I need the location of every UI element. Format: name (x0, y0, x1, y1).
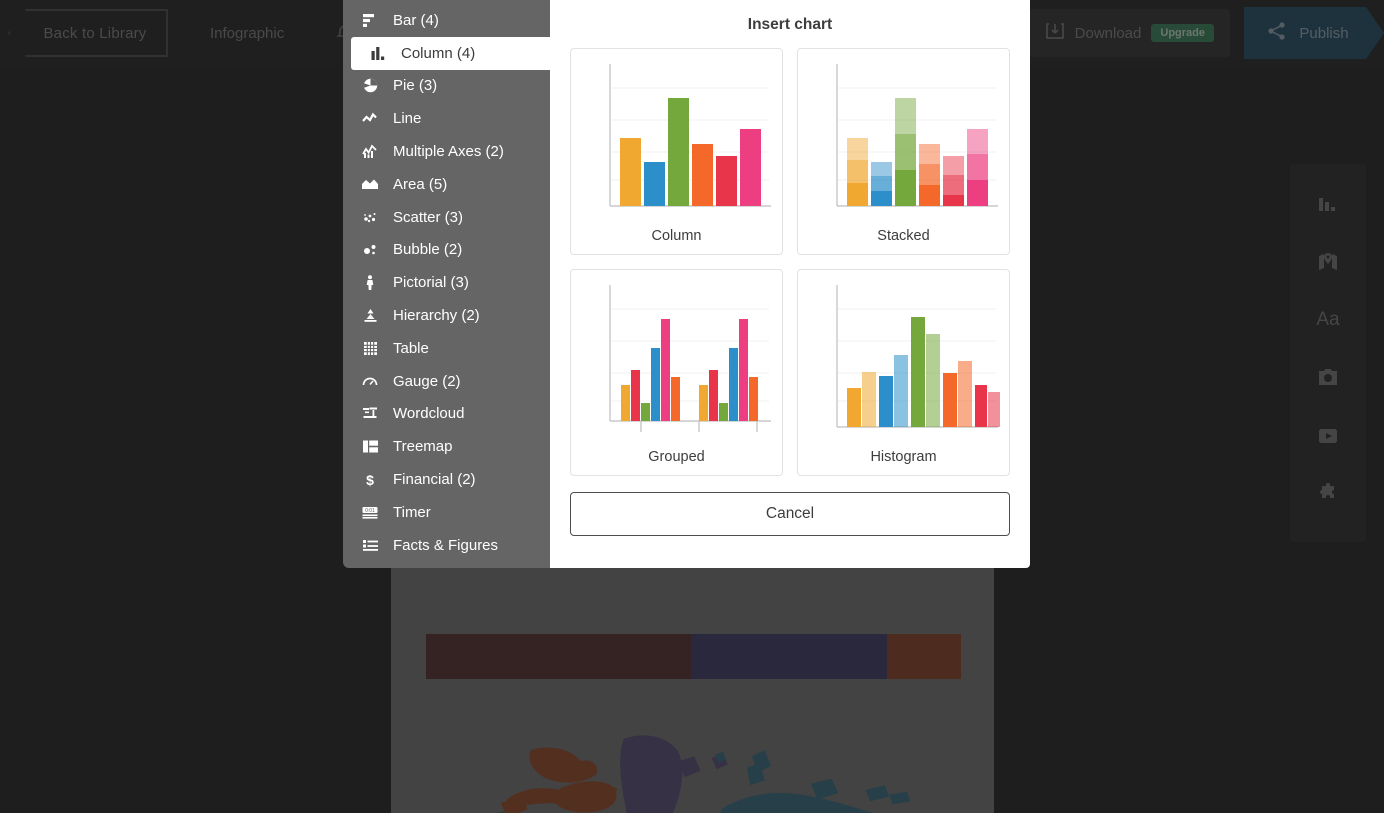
menu-item-label: Table (393, 339, 429, 357)
area-chart-icon (361, 175, 379, 193)
menu-item-label: Wordcloud (393, 405, 465, 423)
cancel-label: Cancel (765, 505, 815, 522)
menu-item-label: Facts & Figures (393, 536, 499, 554)
menu-item-hierarchy[interactable]: Hierarchy (2) (343, 299, 550, 332)
menu-item-wordcloud[interactable]: Wordcloud (343, 398, 550, 431)
stacked-chart-preview (835, 64, 998, 207)
menu-item-label: Treemap (393, 438, 453, 456)
app-root: Back to Library Infographic S Download U… (0, 0, 1384, 813)
chart-type-menu: Bar (4) Column (4) Pie (3) Line Multiple… (343, 0, 556, 568)
chart-option-column[interactable]: Column (570, 48, 783, 255)
menu-item-label: Scatter (3) (393, 208, 464, 226)
bar-chart-icon (361, 11, 379, 29)
pie-chart-icon (361, 77, 379, 95)
svg-text:$: $ (366, 472, 374, 488)
table-icon (361, 339, 379, 357)
menu-item-financial[interactable]: $ Financial (2) (343, 463, 550, 496)
menu-item-pictorial[interactable]: Pictorial (3) (343, 266, 550, 299)
dollar-icon: $ (361, 471, 379, 489)
menu-item-facts-figures[interactable]: Facts & Figures (343, 529, 550, 562)
chart-option-label: Grouped (648, 449, 705, 465)
timer-icon: 0:01 (361, 503, 379, 521)
menu-item-treemap[interactable]: Treemap (343, 430, 550, 463)
menu-item-label: Bar (4) (393, 11, 439, 29)
scatter-chart-icon (361, 208, 379, 226)
column-chart-icon (369, 44, 387, 62)
chart-option-grouped[interactable]: Grouped (570, 269, 783, 476)
chart-option-label: Column (651, 228, 702, 244)
menu-item-multiple-axes[interactable]: Multiple Axes (2) (343, 135, 550, 168)
menu-item-label: Gauge (2) (393, 372, 461, 390)
svg-text:0:01: 0:01 (365, 508, 375, 514)
multi-axes-icon (361, 143, 379, 161)
menu-item-label: Pictorial (3) (393, 274, 469, 292)
histogram-chart-preview (835, 285, 1000, 428)
menu-item-label: Hierarchy (2) (393, 307, 480, 325)
menu-item-label: Multiple Axes (2) (393, 143, 504, 161)
menu-item-label: Column (4) (401, 44, 476, 62)
gauge-icon (361, 372, 379, 390)
menu-item-label: Line (393, 110, 422, 128)
menu-item-label: Bubble (2) (393, 241, 463, 259)
menu-item-timer[interactable]: 0:01 Timer (343, 496, 550, 529)
chart-thumbnail-grid: Column Stacked Grouped Histogram (570, 48, 1010, 476)
menu-item-bubble[interactable]: Bubble (2) (343, 234, 550, 267)
menu-item-column[interactable]: Column (4) (351, 36, 556, 70)
menu-item-label: Financial (2) (393, 471, 476, 489)
chart-option-label: Stacked (877, 228, 930, 244)
grouped-chart-preview (608, 285, 771, 432)
hierarchy-icon (361, 307, 379, 325)
pictorial-icon (361, 274, 379, 292)
bubble-chart-icon (361, 241, 379, 259)
cancel-button[interactable]: Cancel (570, 492, 1010, 536)
menu-item-scatter[interactable]: Scatter (3) (343, 201, 550, 234)
line-chart-icon (361, 110, 379, 128)
treemap-icon (361, 438, 379, 456)
insert-chart-modal: Bar (4) Column (4) Pie (3) Line Multiple… (343, 0, 1030, 568)
menu-item-area[interactable]: Area (5) (343, 168, 550, 201)
modal-title: Insert chart (747, 16, 833, 33)
column-chart-preview (608, 64, 771, 207)
menu-item-label: Timer (393, 503, 431, 521)
menu-item-pie[interactable]: Pie (3) (343, 70, 550, 103)
menu-item-table[interactable]: Table (343, 332, 550, 365)
chart-option-stacked[interactable]: Stacked (797, 48, 1010, 255)
list-icon (361, 536, 379, 554)
chart-option-histogram[interactable]: Histogram (797, 269, 1010, 476)
chart-option-label: Histogram (870, 449, 937, 465)
wordcloud-icon (361, 405, 379, 423)
menu-item-gauge[interactable]: Gauge (2) (343, 365, 550, 398)
menu-item-label: Pie (3) (393, 77, 438, 95)
menu-item-label: Area (5) (393, 175, 448, 193)
modal-body: Insert chart Column Stacked Grouped Hist… (550, 0, 1030, 568)
menu-item-line[interactable]: Line (343, 102, 550, 135)
menu-item-bar[interactable]: Bar (4) (343, 4, 550, 37)
